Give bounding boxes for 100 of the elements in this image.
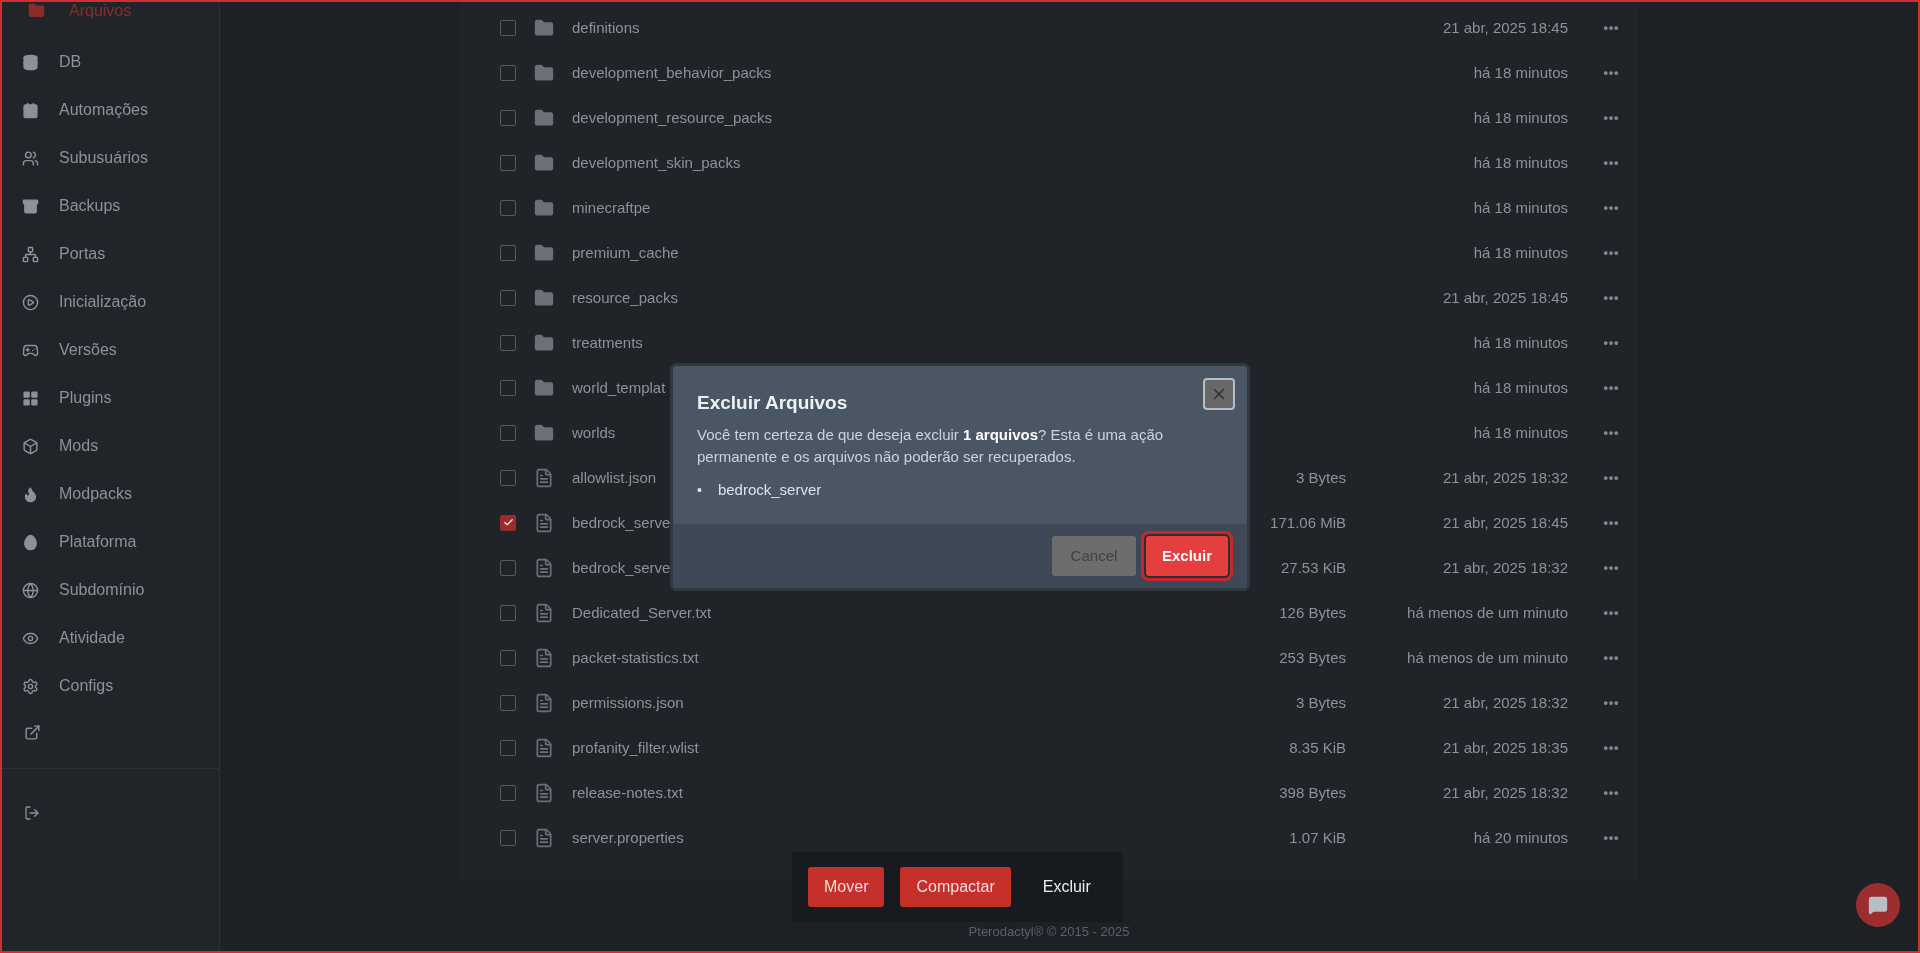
- sidebar-item[interactable]: Configs: [2, 662, 219, 710]
- sidebar-item[interactable]: DB: [2, 38, 219, 86]
- folder-icon: [534, 332, 554, 353]
- check-icon: [502, 517, 514, 528]
- file-size: 126 Bytes: [1279, 604, 1346, 621]
- file-icon: [534, 467, 554, 488]
- file-name[interactable]: server.properties: [572, 829, 1210, 846]
- file-name[interactable]: permissions.json: [572, 694, 1210, 711]
- row-checkbox[interactable]: [500, 694, 516, 711]
- sidebar-item[interactable]: Subusuários: [2, 134, 219, 182]
- file-modified: há 18 minutos: [1473, 424, 1568, 441]
- file-modified: 21 abr, 2025 18:45: [1442, 19, 1568, 36]
- file-modified: há 18 minutos: [1473, 199, 1568, 216]
- folder-icon: [534, 422, 554, 443]
- file-modified: 21 abr, 2025 18:45: [1442, 514, 1568, 531]
- folder-icon: [534, 197, 554, 218]
- row-checkbox[interactable]: [500, 379, 516, 396]
- row-checkbox[interactable]: [500, 199, 516, 216]
- file-size: 253 Bytes: [1279, 649, 1346, 666]
- globe-icon: [22, 581, 39, 599]
- chat-icon: [1868, 895, 1888, 915]
- file-modified: há 18 minutos: [1473, 334, 1568, 351]
- row-checkbox[interactable]: [500, 469, 516, 486]
- bulk-action-button[interactable]: Excluir: [1026, 867, 1107, 907]
- file-modified: 21 abr, 2025 18:32: [1442, 694, 1568, 711]
- sidebar-item[interactable]: Versões: [2, 326, 219, 374]
- row-checkbox[interactable]: [500, 154, 516, 171]
- row-checkbox[interactable]: [500, 289, 516, 306]
- bulk-action-button[interactable]: Mover: [808, 867, 885, 907]
- file-modified: há 18 minutos: [1473, 64, 1568, 81]
- sidebar-item[interactable]: Plataforma: [2, 518, 219, 566]
- egg-icon: [22, 533, 39, 551]
- row-checkbox[interactable]: [500, 109, 516, 126]
- file-name[interactable]: release-notes.txt: [572, 784, 1210, 801]
- row-checkbox[interactable]: [500, 19, 516, 36]
- row-checkbox[interactable]: [500, 604, 516, 621]
- file-name[interactable]: development_resource_packs: [572, 109, 1210, 126]
- sidebar-item[interactable]: Atividade: [2, 614, 219, 662]
- sidebar-item[interactable]: Plugins: [2, 374, 219, 422]
- file-modified: 21 abr, 2025 18:35: [1442, 739, 1568, 756]
- file-size: 8.35 KiB: [1289, 739, 1346, 756]
- row-checkbox[interactable]: [500, 64, 516, 81]
- row-checkbox[interactable]: [500, 649, 516, 666]
- file-icon: [534, 737, 554, 758]
- flame-icon: [22, 485, 39, 503]
- file-size: 3 Bytes: [1295, 469, 1346, 486]
- file-name[interactable]: Dedicated_Server.txt: [572, 604, 1210, 621]
- file-name[interactable]: development_behavior_packs: [572, 64, 1210, 81]
- row-checkbox[interactable]: [500, 559, 516, 576]
- file-name[interactable]: profanity_filter.wlist: [572, 739, 1210, 756]
- dialog-message: Você tem certeza de que deseja excluir 1 arquivos? Esta é uma ação permanente e os arquivos não poderão ser recuperados.: [697, 424, 1165, 467]
- folder-icon: [534, 107, 554, 128]
- folder-icon: [534, 287, 554, 308]
- grid-icon: [22, 389, 39, 407]
- row-checkbox[interactable]: [500, 784, 516, 801]
- file-size: 171.06 MiB: [1270, 514, 1346, 531]
- file-size: 3 Bytes: [1295, 694, 1346, 711]
- file-modified: 21 abr, 2025 18:32: [1442, 559, 1568, 576]
- row-checkbox[interactable]: [500, 514, 516, 531]
- footer-text: Pterodactyl® © 2015 - 2025: [968, 924, 1130, 939]
- close-button[interactable]: [1203, 377, 1235, 410]
- row-checkbox[interactable]: [500, 334, 516, 351]
- sidebar-item[interactable]: Inicialização: [2, 278, 219, 326]
- sidebar-item[interactable]: Mods: [2, 422, 219, 470]
- users-icon: [22, 149, 39, 167]
- file-modified: há 18 minutos: [1473, 244, 1568, 261]
- folder-icon: [534, 242, 554, 263]
- sidebar-item[interactable]: Backups: [2, 182, 219, 230]
- file-name[interactable]: minecraftpe: [572, 199, 1210, 216]
- file-name[interactable]: definitions: [572, 19, 1210, 36]
- sidebar-item[interactable]: Automações: [2, 86, 219, 134]
- row-checkbox[interactable]: [500, 244, 516, 261]
- file-modified: 21 abr, 2025 18:32: [1442, 469, 1568, 486]
- row-checkbox[interactable]: [500, 829, 516, 846]
- network-icon: [22, 245, 39, 263]
- file-name[interactable]: development_skin_packs: [572, 154, 1210, 171]
- settings-icon: [22, 677, 39, 695]
- chat-button[interactable]: [1856, 883, 1900, 927]
- file-name[interactable]: treatments: [572, 334, 1210, 351]
- row-checkbox[interactable]: [500, 739, 516, 756]
- file-modified: 21 abr, 2025 18:32: [1442, 784, 1568, 801]
- file-size: 27.53 KiB: [1280, 559, 1346, 576]
- folder-icon: [534, 17, 554, 38]
- sidebar-item[interactable]: Portas: [2, 230, 219, 278]
- box-icon: [22, 437, 39, 455]
- file-modified: há menos de um minuto: [1407, 604, 1568, 621]
- file-name[interactable]: resource_packs: [572, 289, 1210, 306]
- folder-icon: [534, 62, 554, 83]
- file-icon: [534, 647, 554, 668]
- file-name[interactable]: packet-statistics.txt: [572, 649, 1210, 666]
- sidebar-item[interactable]: Modpacks: [2, 470, 219, 518]
- bulk-action-button[interactable]: Compactar: [900, 867, 1011, 907]
- file-name[interactable]: premium_cache: [572, 244, 1210, 261]
- file-list-item: bedrock_server: [717, 479, 822, 500]
- row-checkbox[interactable]: [500, 424, 516, 441]
- file-icon: [534, 782, 554, 803]
- file-size: 398 Bytes: [1279, 784, 1346, 801]
- folder-icon: [534, 377, 554, 398]
- sidebar-item[interactable]: Subdomínio: [2, 566, 219, 614]
- play-icon: [22, 293, 39, 311]
